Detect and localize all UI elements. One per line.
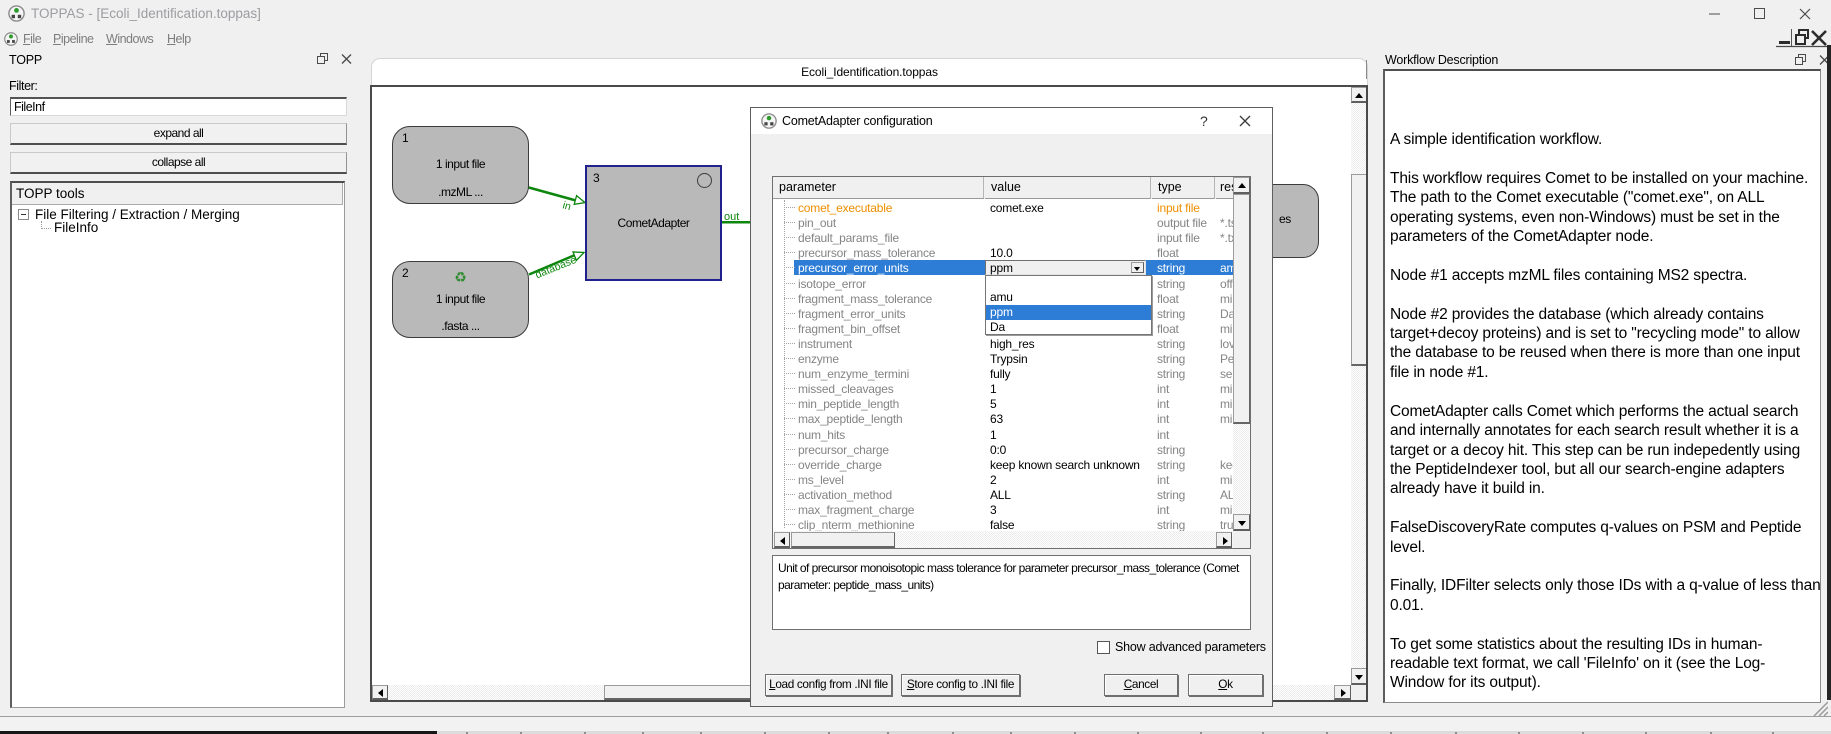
svg-text:database: database: [534, 254, 579, 281]
svg-text:in: in: [561, 199, 572, 213]
svg-text:out: out: [724, 211, 739, 223]
